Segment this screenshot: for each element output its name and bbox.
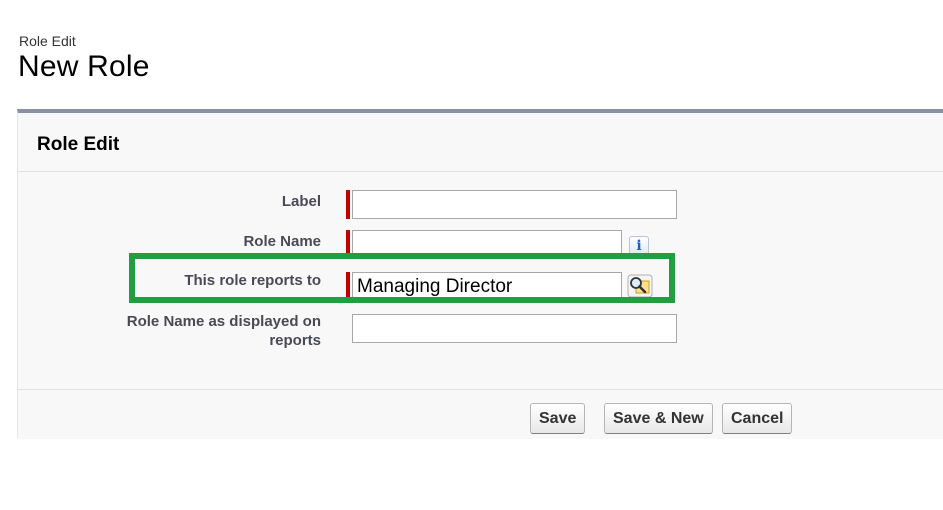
button-footer: Save Save & New Cancel (18, 389, 943, 439)
label-input[interactable] (352, 190, 677, 219)
page-subtitle: Role Edit (19, 33, 76, 49)
role-name-field-label: Role Name (243, 233, 321, 250)
label-field-label: Label (281, 193, 321, 210)
panel-header: Role Edit (18, 113, 943, 172)
display-name-input[interactable] (352, 314, 677, 343)
panel-title: Role Edit (37, 134, 120, 155)
save-and-new-button[interactable]: Save & New (604, 403, 713, 434)
required-indicator (346, 190, 350, 219)
page-title: New Role (18, 50, 150, 83)
save-button[interactable]: Save (530, 403, 586, 434)
cancel-button[interactable]: Cancel (722, 403, 793, 434)
display-name-field-label: Role Name as displayed on reports (126, 313, 321, 349)
highlight-box (129, 253, 675, 303)
